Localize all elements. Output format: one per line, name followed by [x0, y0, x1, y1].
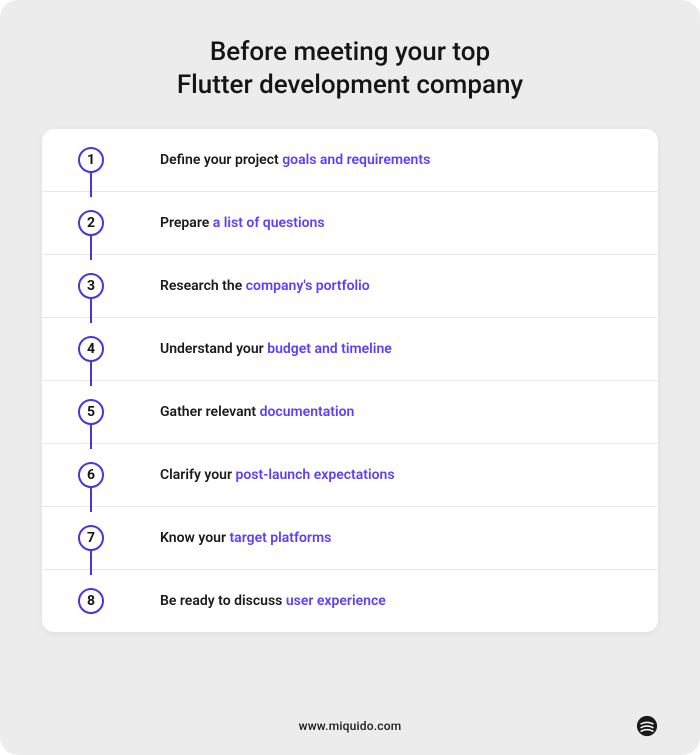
- step-text: Understand your budget and timeline: [108, 341, 392, 357]
- step-bullet: 7: [74, 525, 108, 551]
- step-text-pre: Know your: [160, 530, 229, 546]
- title-line-2: Flutter development company: [177, 70, 523, 100]
- infographic-card: Before meeting your top Flutter developm…: [0, 0, 700, 755]
- step-number-circle: 2: [78, 210, 104, 236]
- step-number-circle: 5: [78, 399, 104, 425]
- footer-domain: www.miquido.com: [299, 719, 402, 733]
- step-text: Gather relevant documentation: [108, 404, 354, 420]
- step-row: 3 Research the company's portfolio: [42, 255, 658, 318]
- step-text-highlight: target platforms: [229, 530, 331, 546]
- step-text: Prepare a list of questions: [108, 215, 325, 231]
- step-number: 6: [87, 467, 95, 483]
- step-number: 1: [87, 152, 95, 168]
- step-bullet: 5: [74, 399, 108, 425]
- page-title: Before meeting your top Flutter developm…: [42, 36, 658, 101]
- step-text: Clarify your post-launch expectations: [108, 467, 395, 483]
- step-number: 4: [87, 341, 95, 357]
- step-text-highlight: user experience: [286, 593, 386, 609]
- step-connector: [90, 488, 92, 512]
- logo-icon: [636, 715, 658, 737]
- step-text-pre: Prepare: [160, 215, 213, 231]
- step-text-pre: Research the: [160, 278, 246, 294]
- step-bullet: 6: [74, 462, 108, 488]
- step-number-circle: 6: [78, 462, 104, 488]
- step-row: 4 Understand your budget and timeline: [42, 318, 658, 381]
- step-text-highlight: budget and timeline: [267, 341, 392, 357]
- steps-panel: 1 Define your project goals and requirem…: [42, 129, 658, 632]
- step-bullet: 4: [74, 336, 108, 362]
- step-text-highlight: company's portfolio: [246, 278, 370, 294]
- title-line-1: Before meeting your top: [210, 37, 490, 67]
- step-text-pre: Define your project: [160, 152, 282, 168]
- step-text-highlight: documentation: [260, 404, 355, 420]
- step-text-pre: Gather relevant: [160, 404, 260, 420]
- step-number: 8: [87, 593, 95, 609]
- step-text: Define your project goals and requiremen…: [108, 152, 430, 168]
- step-connector: [90, 299, 92, 323]
- step-text-highlight: post-launch expectations: [236, 467, 395, 483]
- step-text-highlight: goals and requirements: [282, 152, 430, 168]
- step-text-pre: Be ready to discuss: [160, 593, 286, 609]
- step-bullet: 3: [74, 273, 108, 299]
- step-row: 2 Prepare a list of questions: [42, 192, 658, 255]
- step-bullet: 8: [74, 588, 108, 614]
- footer: www.miquido.com: [42, 701, 658, 733]
- step-number: 5: [87, 404, 95, 420]
- step-number-circle: 7: [78, 525, 104, 551]
- step-connector: [90, 236, 92, 260]
- step-text-pre: Understand your: [160, 341, 267, 357]
- step-connector: [90, 362, 92, 386]
- step-number-circle: 8: [78, 588, 104, 614]
- step-number-circle: 1: [78, 147, 104, 173]
- step-bullet: 1: [74, 147, 108, 173]
- step-number: 2: [87, 215, 95, 231]
- step-connector: [90, 425, 92, 449]
- step-text-highlight: a list of questions: [213, 215, 325, 231]
- step-number: 7: [87, 530, 95, 546]
- step-number: 3: [87, 278, 95, 294]
- step-text: Know your target platforms: [108, 530, 331, 546]
- step-connector: [90, 173, 92, 197]
- step-number-circle: 3: [78, 273, 104, 299]
- step-row: 6 Clarify your post-launch expectations: [42, 444, 658, 507]
- step-bullet: 2: [74, 210, 108, 236]
- step-number-circle: 4: [78, 336, 104, 362]
- step-row: 5 Gather relevant documentation: [42, 381, 658, 444]
- step-text: Be ready to discuss user experience: [108, 593, 386, 609]
- step-text: Research the company's portfolio: [108, 278, 370, 294]
- step-row: 1 Define your project goals and requirem…: [42, 129, 658, 192]
- step-text-pre: Clarify your: [160, 467, 236, 483]
- step-row: 8 Be ready to discuss user experience: [42, 570, 658, 632]
- step-row: 7 Know your target platforms: [42, 507, 658, 570]
- step-connector: [90, 551, 92, 575]
